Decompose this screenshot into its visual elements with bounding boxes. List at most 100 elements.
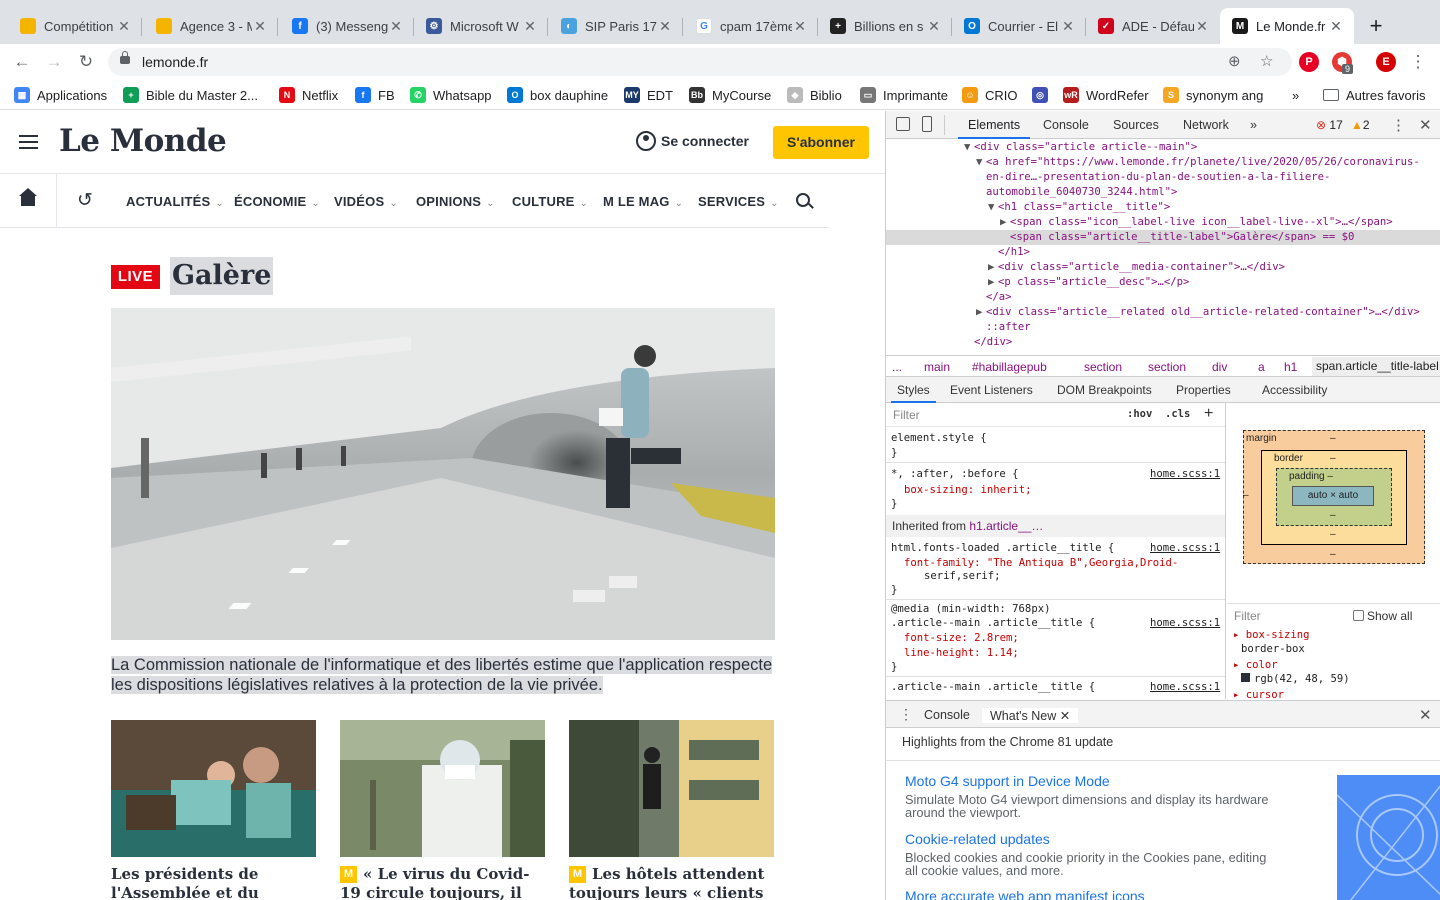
close-tab-icon[interactable]: ✕: [926, 18, 942, 35]
style-source-link[interactable]: home.scss:1: [1150, 468, 1220, 480]
drawer-tab-console[interactable]: Console: [924, 708, 970, 722]
bookmark-item[interactable]: f FB: [355, 86, 395, 104]
hov-toggle[interactable]: :hov: [1127, 408, 1152, 420]
dom-node-line[interactable]: ▶ <span class="icon__label-live icon__lab…: [886, 215, 1440, 230]
browser-tab[interactable]: Agence 3 - M ✕: [144, 8, 278, 44]
breadcrumb-item[interactable]: a: [1258, 360, 1265, 374]
nav-item-services[interactable]: SERVICES ⌄: [698, 194, 779, 209]
breadcrumb-item[interactable]: ...: [892, 360, 902, 374]
style-declaration[interactable]: line-height: 1.14;: [904, 647, 1019, 659]
nav-item-opinions[interactable]: OPINIONS ⌄: [416, 194, 495, 209]
close-tab-icon[interactable]: ✕: [1060, 709, 1070, 723]
computed-property[interactable]: ▸ box-sizing: [1233, 629, 1310, 641]
card-title-virus[interactable]: M « Le virus du Covid-19 circule toujours…: [340, 865, 548, 900]
bookmark-item[interactable]: MY EDT: [624, 86, 673, 104]
nav-item-videos[interactable]: VIDÉOS ⌄: [334, 194, 398, 209]
forward-icon[interactable]: →: [42, 50, 66, 74]
style-declaration[interactable]: font-family: "The Antiqua B",Georgia,Dro…: [904, 557, 1178, 569]
dom-node-line[interactable]: ::after: [886, 320, 1440, 335]
close-tab-icon[interactable]: ✕: [1194, 18, 1210, 35]
style-source-link[interactable]: home.scss:1: [1150, 542, 1220, 554]
dom-node-line[interactable]: ▶ <p class="article__desc">…</p>: [886, 275, 1440, 290]
bookmark-item[interactable]: Obox dauphine: [507, 86, 608, 104]
box-model-border[interactable]: border – padding – auto × auto – –: [1261, 450, 1407, 545]
tab-sources[interactable]: Sources: [1113, 118, 1159, 132]
more-tabs-icon[interactable]: »: [1250, 118, 1257, 132]
box-model-margin[interactable]: margin – – border – padding – auto × aut…: [1243, 430, 1425, 564]
browser-tab[interactable]: M Le Monde.fr ✕: [1220, 8, 1354, 44]
breadcrumb-item[interactable]: section: [1148, 360, 1186, 374]
browser-tab[interactable]: + Billions en s ✕: [818, 8, 952, 44]
dom-node-line[interactable]: ▼ <a href="https://www.lemonde.fr/planete…: [886, 155, 1440, 170]
bookmark-item[interactable]: Bb MyCourse: [689, 86, 771, 104]
expand-triangle-icon[interactable]: ▼: [988, 200, 998, 215]
browser-tab[interactable]: ✓ ADE - Défau ✕: [1086, 8, 1220, 44]
bookmark-other-folder[interactable]: Autres favoris: [1323, 86, 1425, 104]
nav-item-m-le-mag[interactable]: M LE MAG ⌄: [603, 194, 683, 209]
dom-node-line[interactable]: </a>: [886, 290, 1440, 305]
close-tab-icon[interactable]: ✕: [657, 18, 673, 35]
card-title-presidents[interactable]: Les présidents de l'Assemblée et du Bund…: [111, 865, 319, 900]
breadcrumb-item[interactable]: div: [1212, 360, 1227, 374]
close-devtools-icon[interactable]: ✕: [1419, 116, 1432, 134]
dom-node-line[interactable]: ▶ <div class="article__media-container">……: [886, 260, 1440, 275]
show-all-checkbox[interactable]: [1353, 610, 1364, 621]
tab-styles[interactable]: Styles: [891, 383, 936, 403]
dom-node-line[interactable]: automobile_6040730_3244.html">: [886, 185, 1440, 200]
close-tab-icon[interactable]: ✕: [1060, 18, 1076, 35]
bookmark-item[interactable]: wR WordRefer: [1063, 86, 1149, 104]
whats-new-link[interactable]: More accurate web app manifest icons: [905, 888, 1145, 900]
address-url[interactable]: lemonde.fr: [142, 54, 208, 70]
article-title[interactable]: Galère: [170, 257, 274, 295]
dom-node-line[interactable]: </div>: [886, 335, 1440, 350]
dom-node-line[interactable]: en-dire…-presentation-du-plan-de-soutien…: [886, 170, 1440, 185]
devtools-menu-icon[interactable]: ⋮: [1391, 116, 1406, 134]
box-model-content[interactable]: auto × auto: [1292, 486, 1374, 506]
bookmark-item[interactable]: ◆ Biblio: [787, 86, 842, 104]
nav-item-actualites[interactable]: ACTUALITÉS ⌄: [126, 194, 224, 209]
dom-node-line[interactable]: ▶ <div class="article__related old__artic…: [886, 305, 1440, 320]
site-logo[interactable]: Le Monde: [59, 123, 227, 159]
dom-node-line[interactable]: ▼ <h1 class="article__title">: [886, 200, 1440, 215]
search-icon[interactable]: [796, 193, 810, 207]
profile-avatar[interactable]: E: [1376, 52, 1396, 72]
device-toggle-icon[interactable]: [922, 116, 932, 132]
expand-triangle-icon[interactable]: ▶: [1000, 215, 1010, 230]
cls-toggle[interactable]: .cls: [1165, 408, 1190, 420]
computed-property[interactable]: ▸ cursor: [1233, 689, 1284, 699]
expand-triangle-icon[interactable]: ▶: [976, 305, 986, 320]
style-declaration[interactable]: box-sizing: inherit;: [904, 484, 1032, 496]
whats-new-link[interactable]: Moto G4 support in Device Mode: [905, 773, 1110, 789]
browser-tab[interactable]: f (3) Messeng ✕: [280, 8, 414, 44]
reload-icon[interactable]: ↻: [74, 50, 98, 74]
bookmark-item[interactable]: ▭ Imprimante: [860, 86, 948, 104]
style-source-link[interactable]: home.scss:1: [1150, 617, 1220, 629]
back-icon[interactable]: ←: [10, 50, 34, 74]
subscribe-button[interactable]: S'abonner: [773, 126, 869, 159]
tab-console[interactable]: Console: [1043, 118, 1089, 132]
bookmark-item[interactable]: Ssynonym ang: [1163, 86, 1263, 104]
warning-count[interactable]: ▲2: [1351, 118, 1370, 132]
bookmark-item[interactable]: ☺ CRIO: [962, 86, 1018, 104]
dom-node-line[interactable]: <span class="article__title-label">Galèr…: [886, 230, 1440, 245]
tab-network[interactable]: Network: [1183, 118, 1229, 132]
inherited-element-link[interactable]: h1.article__…: [969, 519, 1043, 533]
card-image-presidents[interactable]: [111, 720, 316, 857]
breadcrumb-item[interactable]: h1: [1284, 360, 1297, 374]
box-model-padding[interactable]: padding – auto × auto –: [1276, 468, 1392, 526]
nav-item-economie[interactable]: ÉCONOMIE ⌄: [234, 194, 320, 209]
style-declaration[interactable]: font-size: 2.8rem;: [904, 632, 1019, 644]
close-tab-icon[interactable]: ✕: [116, 18, 132, 35]
computed-property[interactable]: ▸ color: [1233, 659, 1278, 671]
menu-kebab-icon[interactable]: ⋮: [1406, 50, 1430, 74]
bookmark-item[interactable]: + Bible du Master 2...: [123, 86, 258, 104]
dom-node-line[interactable]: ▼ <div class="article article--main">: [886, 140, 1440, 155]
close-tab-icon[interactable]: ✕: [1328, 18, 1344, 35]
bookmark-item[interactable]: ◎: [1032, 86, 1055, 104]
browser-tab[interactable]: ◐ SIP Paris 17è ✕: [549, 8, 683, 44]
bookmark-item[interactable]: N Netflix: [279, 86, 338, 104]
error-count[interactable]: ⊗ 17: [1316, 118, 1343, 132]
styles-filter[interactable]: Filter :hov .cls +: [886, 403, 1225, 427]
new-tab-button[interactable]: +: [1362, 13, 1390, 41]
hero-image-metro-platform[interactable]: [111, 308, 775, 640]
